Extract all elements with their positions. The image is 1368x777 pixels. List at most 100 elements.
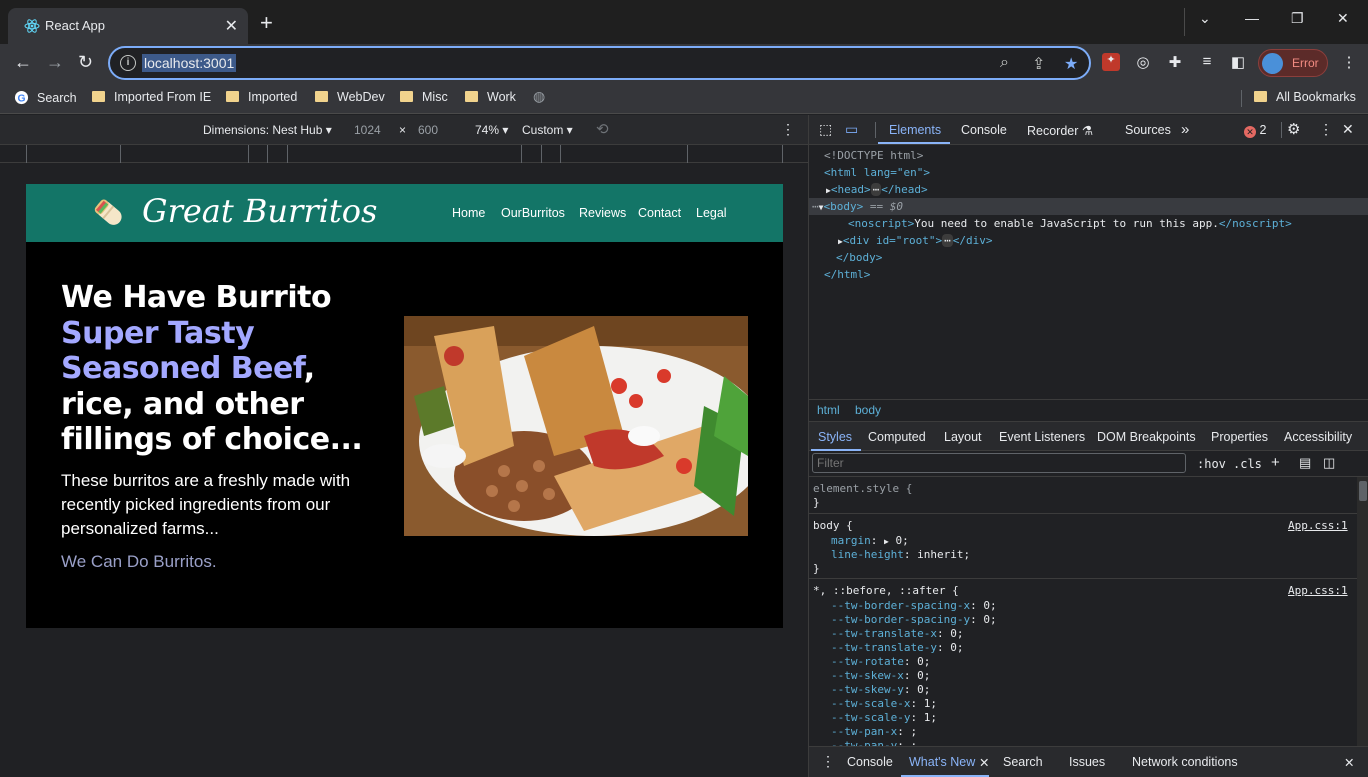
back-icon[interactable]: ← [14,53,32,71]
url-text[interactable]: localhost:3001 [142,54,237,72]
css-variable[interactable]: --tw-skew-y: 0; [831,683,930,696]
dom-noscript-node[interactable]: <noscript>You need to enable JavaScript … [848,217,1292,230]
more-options-icon[interactable]: ⋮ [781,121,795,138]
throttle-select[interactable]: Custom ▾ [522,123,573,137]
drawer-tab-console[interactable]: Console [847,755,893,769]
breadcrumb-html[interactable]: html [817,403,840,417]
css-variable[interactable]: --tw-rotate: 0; [831,655,930,668]
tab-elements[interactable]: Elements [889,123,941,137]
zoom-select[interactable]: 74% ▾ [475,123,508,137]
subtab-properties[interactable]: Properties [1211,430,1268,444]
styles-scrollbar[interactable] [1357,477,1368,746]
bookmark-folder[interactable]: Misc [400,90,448,104]
rotate-icon[interactable]: ⟲ [596,120,609,138]
subtab-computed[interactable]: Computed [868,430,926,444]
css-variable[interactable]: --tw-translate-x: 0; [831,627,963,640]
dom-head-node[interactable]: ▶<head> ⋯ </head> [826,183,928,196]
new-tab-icon[interactable]: + [260,12,273,34]
dom-root-div[interactable]: ▶<div id="root"> ⋯ </div> [838,234,993,247]
site-info-icon[interactable]: i [120,55,136,71]
universal-selector[interactable]: *, ::before, ::after { [813,584,959,597]
extensions-puzzle-icon[interactable]: ✚ [1166,53,1184,71]
forward-icon[interactable]: → [46,53,64,71]
dom-body-node[interactable]: ⋯▼<body> == $0 [812,200,903,213]
share-icon[interactable]: ⇪ [1032,54,1045,74]
drawer-tab-search[interactable]: Search [1003,755,1043,769]
drawer-menu-icon[interactable]: ⋮ [821,753,835,770]
drawer-tab-whats-new[interactable]: What's New [909,755,975,769]
inspect-element-icon[interactable]: ⬚ [819,121,832,138]
reload-icon[interactable]: ↻ [78,53,93,71]
css-variable[interactable]: --tw-border-spacing-y: 0; [831,613,997,626]
address-bar[interactable]: i localhost:3001 ⌕ ⇪ ★ [108,46,1091,80]
new-style-rule-icon[interactable]: + [1271,454,1280,471]
scrollbar-thumb[interactable] [1359,481,1367,501]
bookmark-folder[interactable]: Imported From IE [92,90,211,104]
menu-kebab-icon[interactable]: ⋮ [1340,53,1358,71]
drawer-tab-issues[interactable]: Issues [1069,755,1105,769]
extension-icon[interactable]: ✦ [1102,53,1120,71]
css-variable[interactable]: --tw-skew-x: 0; [831,669,930,682]
css-property[interactable]: margin: ▶ 0; [831,534,909,547]
site-logo-text[interactable]: Great Burritos [142,192,377,230]
css-property[interactable]: line-height: inherit; [831,548,970,561]
devtools-menu-icon[interactable]: ⋮ [1319,121,1333,138]
width-input[interactable]: 1024 [354,123,381,137]
globe-icon[interactable]: ◍ [533,88,545,105]
source-link[interactable]: App.css:1 [1288,584,1348,597]
media-queue-icon[interactable]: ≡ [1198,53,1216,71]
restore-icon[interactable]: ❐ [1291,10,1304,27]
element-style-selector[interactable]: element.style { [813,482,912,495]
dom-html-node[interactable]: <html lang="en"> [824,166,930,179]
profile-button[interactable]: Error [1258,49,1328,77]
breadcrumb-body[interactable]: body [855,403,881,417]
css-variable[interactable]: --tw-pan-x: ; [831,725,917,738]
dom-doctype[interactable]: <!DOCTYPE html> [824,149,923,162]
nav-reviews[interactable]: Reviews [579,206,626,220]
dimensions-select[interactable]: Dimensions: Nest Hub ▾ [203,123,332,137]
css-variable[interactable]: --tw-border-spacing-x: 0; [831,599,997,612]
close-drawer-tab-icon[interactable]: ✕ [979,755,989,770]
nav-our-burritos[interactable]: OurBurritos [501,206,565,220]
close-devtools-icon[interactable]: ✕ [1342,121,1354,138]
dom-html-close[interactable]: </html> [824,268,870,281]
close-tab-icon[interactable]: ✕ [225,16,238,36]
error-counter[interactable]: ✕ 2 [1244,123,1266,138]
source-link[interactable]: App.css:1 [1288,519,1348,532]
device-toggle-icon[interactable]: ▭ [845,121,858,138]
media-query-ruler[interactable] [0,145,808,163]
close-window-icon[interactable]: ✕ [1337,10,1349,27]
side-panel-icon[interactable]: ◧ [1229,53,1247,71]
nav-legal[interactable]: Legal [696,206,727,220]
tab-sources[interactable]: Sources [1125,123,1171,137]
minimize-icon[interactable]: — [1245,10,1259,26]
css-variable[interactable]: --tw-pan-y: ; [831,739,917,746]
css-variable[interactable]: --tw-scale-x: 1; [831,697,937,710]
bookmark-search[interactable]: G Search [14,90,77,105]
bookmark-folder[interactable]: Imported [226,90,297,104]
extension-target-icon[interactable]: ◎ [1134,53,1152,71]
bookmark-star-icon[interactable]: ★ [1064,54,1078,74]
css-variable[interactable]: --tw-translate-y: 0; [831,641,963,654]
bookmark-folder[interactable]: Work [465,90,516,104]
close-drawer-icon[interactable]: ✕ [1344,755,1354,770]
css-variable[interactable]: --tw-scale-y: 1; [831,711,937,724]
tab-recorder[interactable]: Recorder ⚗ [1027,123,1093,138]
tab-console[interactable]: Console [961,123,1007,137]
paint-brush-icon[interactable]: ▤ [1299,455,1311,471]
subtab-event-listeners[interactable]: Event Listeners [999,430,1085,444]
subtab-accessibility[interactable]: Accessibility [1284,430,1352,444]
dom-body-close[interactable]: </body> [836,251,882,264]
subtab-dom-breakpoints[interactable]: DOM Breakpoints [1097,430,1196,444]
styles-filter-input[interactable] [812,453,1186,473]
tab-search-icon[interactable]: ⌄ [1199,10,1211,27]
settings-gear-icon[interactable]: ⚙ [1287,120,1300,138]
browser-tab[interactable]: React App ✕ [8,8,248,44]
subtab-layout[interactable]: Layout [944,430,982,444]
cls-toggle[interactable]: .cls [1233,457,1262,471]
toggle-sidebar-icon[interactable]: ◫ [1323,455,1335,471]
body-selector[interactable]: body { [813,519,853,532]
bookmark-folder[interactable]: WebDev [315,90,385,104]
drawer-tab-network-conditions[interactable]: Network conditions [1132,755,1238,769]
hov-toggle[interactable]: :hov [1197,457,1226,471]
